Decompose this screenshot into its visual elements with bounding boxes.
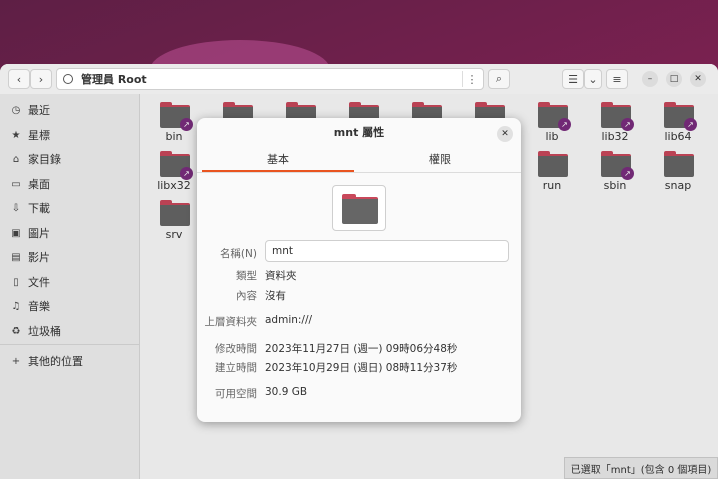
- back-button[interactable]: ‹: [8, 69, 30, 89]
- modified-value: 2023年11月27日 (週一) 09時06分48秒: [265, 343, 458, 355]
- home-icon: [63, 74, 73, 84]
- dialog-title: mnt 屬性: [333, 126, 385, 139]
- contents-label: 內容: [236, 290, 257, 302]
- close-icon: ✕: [501, 129, 509, 139]
- path-menu-button[interactable]: ⋮: [462, 71, 481, 87]
- type-value: 資料夾: [265, 270, 297, 282]
- maximize-button[interactable]: □: [666, 71, 682, 87]
- close-button[interactable]: ✕: [690, 71, 706, 87]
- search-button[interactable]: ⌕: [488, 69, 510, 89]
- created-value: 2023年10月29日 (週日) 08時11分37秒: [265, 362, 458, 374]
- type-label: 類型: [236, 270, 257, 282]
- path-bar[interactable]: 管理員 Root ⋮: [56, 68, 484, 90]
- contents-value: 沒有: [265, 290, 286, 302]
- chevron-left-icon: ‹: [16, 72, 22, 86]
- headerbar: ‹ › 管理員 Root ⋮ ⌕ ☰ ⌄ ≡ – □ ✕: [0, 64, 718, 95]
- view-options-button[interactable]: ⌄: [584, 69, 602, 89]
- free-space-label: 可用空間: [215, 388, 257, 400]
- search-icon: ⌕: [495, 72, 503, 85]
- free-space-value: 30.9 GB: [265, 386, 308, 398]
- tab-basic[interactable]: 基本: [202, 148, 354, 172]
- parent-folder-label: 上層資料夾: [204, 316, 258, 328]
- minimize-button[interactable]: –: [642, 71, 658, 87]
- dialog-close-button[interactable]: ✕: [497, 126, 513, 142]
- main-menu-button[interactable]: ≡: [606, 69, 628, 89]
- properties-dialog: mnt 屬性 ✕ 基本 權限 名稱(N) mnt 類型 資料夾 內容 沒有 上層…: [197, 118, 521, 422]
- path-label: 管理員 Root: [81, 73, 147, 86]
- chevron-down-icon: ⌄: [588, 72, 598, 86]
- created-label: 建立時間: [215, 362, 257, 374]
- hamburger-icon: ≡: [612, 72, 622, 86]
- tab-permissions[interactable]: 權限: [364, 148, 516, 172]
- forward-button[interactable]: ›: [30, 69, 52, 89]
- modified-label: 修改時間: [215, 343, 257, 355]
- name-input[interactable]: mnt: [265, 240, 509, 262]
- chevron-right-icon: ›: [38, 72, 44, 86]
- list-view-icon: ☰: [568, 72, 578, 86]
- list-view-button[interactable]: ☰: [562, 69, 584, 89]
- dialog-tabs: 基本 權限: [197, 148, 521, 173]
- name-label: 名稱(N): [219, 248, 257, 260]
- folder-preview-icon[interactable]: [332, 185, 386, 231]
- parent-folder-value[interactable]: admin:///: [265, 314, 312, 326]
